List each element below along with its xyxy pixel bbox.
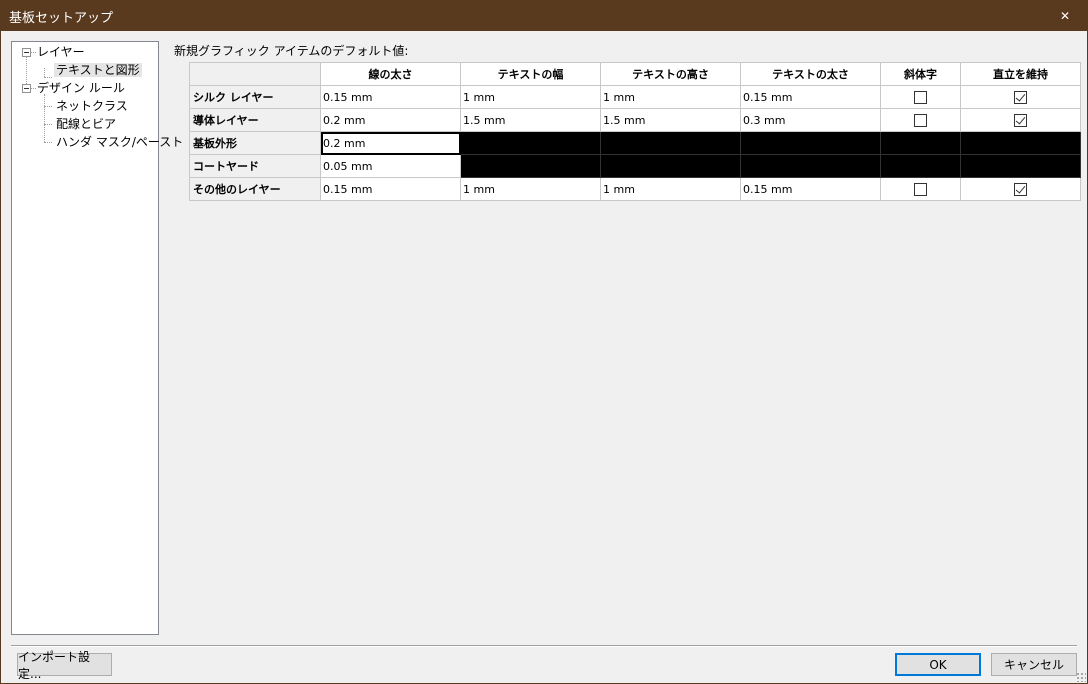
cell-italic [880,85,961,109]
column-header-text-width: テキストの幅 [460,62,601,86]
row-header: その他のレイヤー [189,177,321,201]
close-icon[interactable]: ✕ [1042,0,1088,31]
cell-line-thickness[interactable]: 0.15 mm [320,177,461,201]
table-row: シルク レイヤー 0.15 mm 1 mm 1 mm 0.15 mm [189,85,1081,109]
tree-connector [44,142,52,143]
cell-text-width[interactable]: 1 mm [460,177,601,201]
column-header-italic: 斜体字 [880,62,961,86]
tree-item-net-classes[interactable]: ネットクラス [56,98,128,115]
column-header-text-thickness: テキストの太さ [740,62,881,86]
cell-keep-upright [960,177,1081,201]
table-row: 導体レイヤー 0.2 mm 1.5 mm 1.5 mm 0.3 mm [189,108,1081,132]
tree-item-text-and-graphics[interactable]: テキストと図形 [54,62,142,79]
italic-checkbox[interactable] [914,113,927,127]
tree-item-design-rules[interactable]: デザイン ルール [37,80,125,97]
cell-text-height[interactable]: 1.5 mm [600,108,741,132]
import-settings-button[interactable]: インポート設定... [17,650,112,681]
settings-tree[interactable]: レイヤー テキストと図形 デザイン ルール ネットクラス 配線とビア ハンダ マ… [11,41,183,635]
column-header-line-thickness: 線の太さ [320,62,461,86]
collapse-icon[interactable] [22,48,31,57]
resize-grip-icon[interactable] [1076,672,1086,682]
cell-keep-upright [960,108,1081,132]
cell-line-thickness[interactable]: 0.15 mm [320,85,461,109]
grid-corner [189,62,321,86]
tree-item-layers[interactable]: レイヤー [37,44,85,61]
tree-item-label: 配線とビア [56,117,117,131]
row-header: 基板外形 [189,131,321,155]
cell-text-height[interactable]: 1 mm [600,177,741,201]
tree-connector [44,106,52,107]
column-header-keep-upright: 直立を維持 [960,62,1081,86]
column-header-text-height: テキストの高さ [600,62,741,86]
cell-disabled [740,131,881,155]
cell-text-thickness[interactable]: 0.15 mm [740,177,881,201]
grid-caption: 新規グラフィック アイテムのデフォルト値: [174,44,409,58]
cell-disabled [460,131,601,155]
tree-connector [44,77,52,78]
footer-separator [11,645,1077,647]
keep-upright-checkbox[interactable] [1014,113,1027,127]
ok-button[interactable]: OK [895,653,981,676]
table-row: その他のレイヤー 0.15 mm 1 mm 1 mm 0.15 mm [189,177,1081,201]
cell-disabled [600,154,741,178]
cell-disabled [740,154,881,178]
cell-disabled [460,154,601,178]
tree-connector [31,52,36,53]
cell-text-thickness[interactable]: 0.3 mm [740,108,881,132]
tree-item-label: デザイン ルール [37,81,125,95]
tree-item-tracks-vias[interactable]: 配線とビア [56,116,116,133]
tree-connector [44,68,45,77]
tree-item-solder-mask[interactable]: ハンダ マスク/ペースト [56,134,183,151]
cell-line-thickness[interactable]: 0.2 mm [320,108,461,132]
keep-upright-checkbox[interactable] [1014,90,1027,104]
cell-keep-upright [960,85,1081,109]
cell-disabled [880,154,961,178]
cell-text-width[interactable]: 1.5 mm [460,108,601,132]
italic-checkbox[interactable] [914,90,927,104]
italic-checkbox[interactable] [914,182,927,196]
row-header: コートヤード [189,154,321,178]
cell-line-thickness[interactable]: 0.2 mm [320,131,461,155]
tree-item-label: テキストと図形 [54,63,142,77]
tree-item-label: ハンダ マスク/ペースト [56,135,184,149]
cell-disabled [960,131,1081,155]
cell-italic [880,177,961,201]
cell-disabled [960,154,1081,178]
cell-disabled [600,131,741,155]
window-title: 基板セットアップ [9,11,114,26]
tree-item-label: ネットクラス [56,99,128,113]
tree-item-label: レイヤー [37,45,85,59]
title-bar: 基板セットアップ ✕ [0,0,1088,31]
cancel-button[interactable]: キャンセル [991,653,1077,676]
tree-connector [44,124,52,125]
cell-italic [880,108,961,132]
tree-connector [31,88,36,89]
table-row: 基板外形 0.2 mm [189,131,1081,155]
cell-line-thickness[interactable]: 0.05 mm [320,154,461,178]
row-header: 導体レイヤー [189,108,321,132]
cell-disabled [880,131,961,155]
collapse-icon[interactable] [22,84,31,93]
defaults-grid: 線の太さ テキストの幅 テキストの高さ テキストの太さ 斜体字 直立を維持 シル… [189,62,1081,201]
cell-text-thickness[interactable]: 0.15 mm [740,85,881,109]
keep-upright-checkbox[interactable] [1014,182,1027,196]
tree-connector [44,94,45,142]
table-row: コートヤード 0.05 mm [189,154,1081,178]
row-header: シルク レイヤー [189,85,321,109]
cell-text-width[interactable]: 1 mm [460,85,601,109]
cell-text-height[interactable]: 1 mm [600,85,741,109]
